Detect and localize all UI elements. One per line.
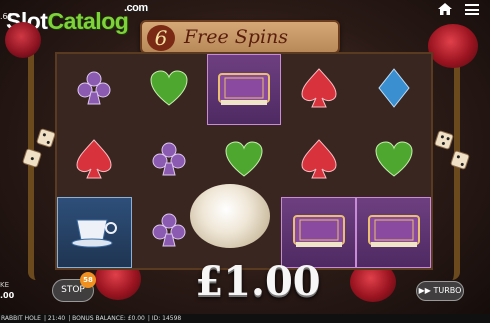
diamond-symbol-icon: [377, 67, 411, 113]
reel-cell: [206, 54, 282, 126]
stake-value: .00: [0, 291, 15, 300]
club-symbol-icon: [74, 68, 114, 112]
hamburger-menu-icon[interactable]: [465, 4, 479, 15]
reel-cell: [281, 125, 356, 196]
reel-cell: [281, 54, 356, 125]
heart-symbol-icon: [149, 69, 189, 111]
stake-label: KE: [0, 281, 10, 289]
home-icon[interactable]: [438, 3, 452, 15]
spade-symbol-icon: [300, 138, 338, 184]
reel-cell: [132, 54, 207, 125]
book-symbol-icon: [215, 68, 273, 112]
session-id: ID: 14598: [151, 315, 182, 322]
turbo-button[interactable]: ▶▶ TURBO: [416, 281, 464, 301]
teacup-symbol-icon: [69, 210, 119, 254]
spade-symbol-icon: [75, 138, 113, 184]
reel-cell: [356, 54, 431, 125]
free-spins-count: 6: [147, 25, 175, 51]
white-rose-wild-icon: [190, 184, 270, 248]
heart-symbol-icon: [374, 140, 414, 182]
reel-cell: [57, 54, 132, 125]
win-amount: £1.00: [195, 258, 321, 305]
reel-cell: [356, 125, 431, 196]
reel-cell: [356, 196, 431, 268]
free-spins-label: Free Spins: [184, 26, 289, 48]
reel-cell: [132, 125, 207, 196]
red-rose-icon: [428, 24, 478, 68]
reel-cell: [57, 125, 132, 196]
spins-remaining-badge: 58: [80, 272, 96, 288]
turbo-label: TURBO: [433, 286, 462, 295]
reel-cell: [57, 196, 132, 268]
free-spins-banner: 6 Free Spins: [140, 20, 340, 54]
club-symbol-icon: [149, 139, 189, 183]
heart-symbol-icon: [224, 140, 264, 182]
red-rose-icon: [5, 22, 41, 58]
status-bar: RABBIT HOLE | 21:40 | BONUS BALANCE: £0.00…: [0, 314, 490, 323]
bonus-balance: BONUS BALANCE: £0.00: [72, 315, 145, 322]
book-symbol-icon: [365, 210, 423, 254]
clock: 21:40: [47, 315, 66, 322]
game-name: RABBIT HOLE: [1, 315, 41, 322]
fast-forward-icon: ▶▶: [418, 286, 431, 295]
spade-symbol-icon: [300, 67, 338, 113]
club-symbol-icon: [149, 210, 189, 254]
book-symbol-icon: [290, 210, 348, 254]
